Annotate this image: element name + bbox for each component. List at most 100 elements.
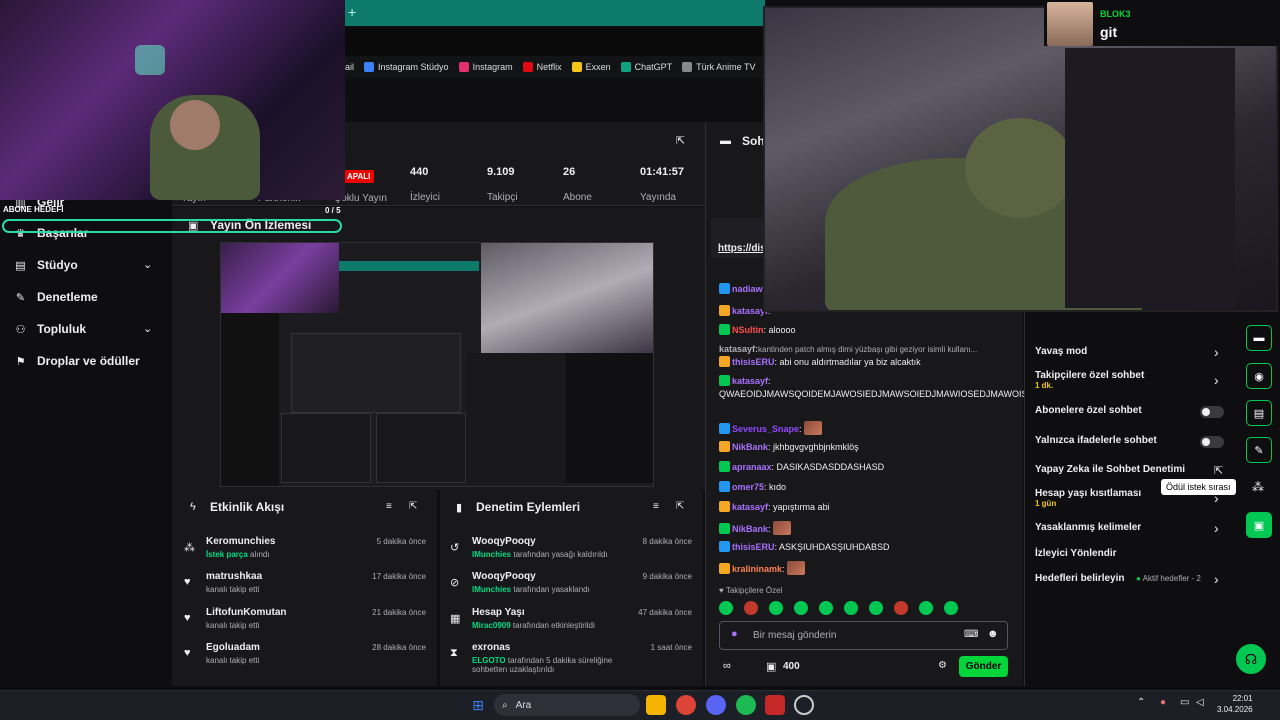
setting-row[interactable]: Yapay Zeka ile Sohbet Denetimi <box>1035 464 1185 475</box>
chevron-right-icon[interactable]: › <box>1214 345 1219 359</box>
bookmark-item[interactable]: Instagram Stüdyo <box>364 62 449 72</box>
chat-message[interactable]: katasayf: yapıştırma abi <box>719 501 1015 514</box>
sidebar-item-drops[interactable]: ⚑ Droplar ve ödüller <box>14 354 140 368</box>
chat-username[interactable]: katasayf <box>732 376 768 386</box>
chat-username[interactable]: kralininamk <box>732 564 782 574</box>
popout-icon[interactable]: ⇱ <box>676 501 684 512</box>
taskbar-clock[interactable]: 22:01 3.04.2026 <box>1217 693 1253 715</box>
reward-queue-icon[interactable]: ⁂ <box>1252 480 1264 494</box>
chat-username[interactable]: apranaax <box>732 462 772 472</box>
emote-icon[interactable] <box>769 601 783 615</box>
tray-chevron-icon[interactable]: ⌃ <box>1137 697 1145 708</box>
chat-message[interactable]: thisisERU: ASKŞIUHDASŞIUHDABSD <box>719 541 1015 554</box>
chat-message[interactable]: NSultin: aloooo <box>719 324 1015 337</box>
obs-icon[interactable] <box>794 695 814 715</box>
setting-row[interactable]: Yasaklanmış kelimeler <box>1035 522 1141 533</box>
popout-icon[interactable]: ⇱ <box>409 501 417 512</box>
microphone-icon[interactable]: ● <box>1160 697 1166 708</box>
app-icon[interactable] <box>765 695 785 715</box>
chat-message[interactable]: Severus_Snape: <box>719 421 1015 436</box>
emote-icon[interactable] <box>744 601 758 615</box>
bot-icon[interactable]: ▣ <box>1246 512 1272 538</box>
chat-message[interactable]: kralininamk: <box>719 561 1015 576</box>
setting-row[interactable]: Hedefleri belirleyin <box>1035 573 1124 584</box>
layout-icon[interactable]: ▤ <box>1246 400 1272 426</box>
sidebar-item-moderation[interactable]: ✎ Denetleme <box>14 290 98 304</box>
chat-message[interactable]: omer75: kıdo <box>719 481 1015 494</box>
bookmark-item[interactable]: Exxen <box>571 62 611 72</box>
chat-username[interactable]: NSultin <box>732 325 764 335</box>
microphone-icon[interactable]: ● <box>731 628 738 640</box>
address-bar[interactable] <box>345 28 765 56</box>
chat-message[interactable]: apranaax: DASIKASDASDDASHASD <box>719 461 1015 474</box>
setting-row[interactable]: Abonelere özel sohbet <box>1035 405 1142 416</box>
chat-bubble-icon[interactable]: ▬ <box>1246 325 1272 351</box>
volume-icon[interactable]: ◁ <box>1196 697 1204 708</box>
emote-icon[interactable] <box>919 601 933 615</box>
new-tab-button[interactable]: + <box>348 4 356 20</box>
discord-icon[interactable] <box>706 695 726 715</box>
chevron-right-icon[interactable]: › <box>1214 373 1219 387</box>
popout-icon[interactable]: ⇱ <box>676 134 685 147</box>
chat-username[interactable]: Severus_Snape <box>732 424 799 434</box>
emote-icon[interactable] <box>869 601 883 615</box>
headset-icon[interactable]: ☊ <box>1236 644 1266 674</box>
setting-row[interactable]: Hesap yaşı kısıtlaması 1 gün <box>1035 488 1141 508</box>
pinned-link[interactable]: https://dis <box>718 243 766 254</box>
send-button[interactable]: Gönder <box>959 656 1008 677</box>
chat-username[interactable]: omer75 <box>732 482 764 492</box>
taskbar-search[interactable]: ⌕ Ara <box>494 694 640 716</box>
chevron-right-icon[interactable]: › <box>1214 521 1219 535</box>
filter-icon[interactable]: ≡ <box>386 501 392 512</box>
file-explorer-icon[interactable] <box>646 695 666 715</box>
chevron-right-icon[interactable]: › <box>1214 572 1219 586</box>
chat-message[interactable]: thisisERU: abi onu aldırtmadılar ya biz … <box>719 356 1015 369</box>
chat-message[interactable]: katasayf:kantinden patch almış dimi yüzb… <box>719 343 1015 356</box>
external-link-icon[interactable]: ⇱ <box>1214 464 1223 477</box>
broadcast-icon[interactable]: ◉ <box>1246 363 1272 389</box>
setting-row[interactable]: Yavaş mod <box>1035 346 1087 357</box>
spotify-icon[interactable] <box>736 695 756 715</box>
infinity-icon[interactable]: ∞ <box>723 660 731 672</box>
emote-icon[interactable] <box>944 601 958 615</box>
network-icon[interactable]: ▭ <box>1180 697 1189 708</box>
emote-icon[interactable] <box>719 601 733 615</box>
sidebar-item-community[interactable]: ⚇ Topluluk <box>14 322 87 336</box>
stream-preview-image[interactable] <box>220 242 654 487</box>
chat-message[interactable]: NikBank: <box>719 521 1015 536</box>
emoji-icon[interactable]: ☻ <box>987 628 999 640</box>
gear-icon[interactable]: ⚙ <box>938 660 947 671</box>
emote-icon[interactable] <box>844 601 858 615</box>
setting-row[interactable]: İzleyici Yönlendir <box>1035 548 1117 559</box>
bookmark-item[interactable]: Türk Anime TV <box>682 62 756 72</box>
windows-start-icon[interactable]: ⊞ <box>468 695 488 715</box>
emote-bar[interactable] <box>719 601 1011 615</box>
emote-icon[interactable] <box>819 601 833 615</box>
chat-message[interactable]: katasayf: QWAEOIDJMAWSQOIDEMJAWOSIEDJMAW… <box>719 375 1106 401</box>
chat-username[interactable]: katasayf <box>732 502 768 512</box>
chat-username[interactable]: NikBank <box>732 524 768 534</box>
emote-icon[interactable] <box>894 601 908 615</box>
wrench-icon[interactable]: ✎ <box>1246 437 1272 463</box>
bookmark-item[interactable]: ChatGPT <box>620 62 672 72</box>
bookmark-item[interactable]: ail <box>345 62 354 72</box>
chat-username[interactable]: thisisERU <box>732 542 775 552</box>
chat-username[interactable]: thisisERU <box>732 357 775 367</box>
setting-row[interactable]: Yalnızca ifadelerle sohbet <box>1035 435 1157 446</box>
filter-icon[interactable]: ≡ <box>653 501 659 512</box>
channel-points-count[interactable]: 400 <box>783 661 800 672</box>
sidebar-item-studio[interactable]: ▤ Stüdyo <box>14 258 77 272</box>
setting-row[interactable]: Takipçilere özel sohbet 1 dk. <box>1035 370 1144 390</box>
chat-username[interactable]: NikBank <box>732 442 768 452</box>
chat-username[interactable]: katasayf: <box>719 344 758 354</box>
bookmark-item[interactable]: Instagram <box>458 62 513 72</box>
toggle-switch[interactable] <box>1200 436 1224 448</box>
chrome-icon[interactable] <box>676 695 696 715</box>
bookmark-icon <box>682 62 693 72</box>
translate-icon[interactable]: ⌨ <box>964 629 978 640</box>
bookmark-item[interactable]: Netflix <box>522 62 562 72</box>
chat-message[interactable]: NikBank: jkhbgvgvghbjnkmklöş <box>719 441 1015 454</box>
bookmark-icon <box>458 62 469 72</box>
emote-icon[interactable] <box>794 601 808 615</box>
toggle-switch[interactable] <box>1200 406 1224 418</box>
